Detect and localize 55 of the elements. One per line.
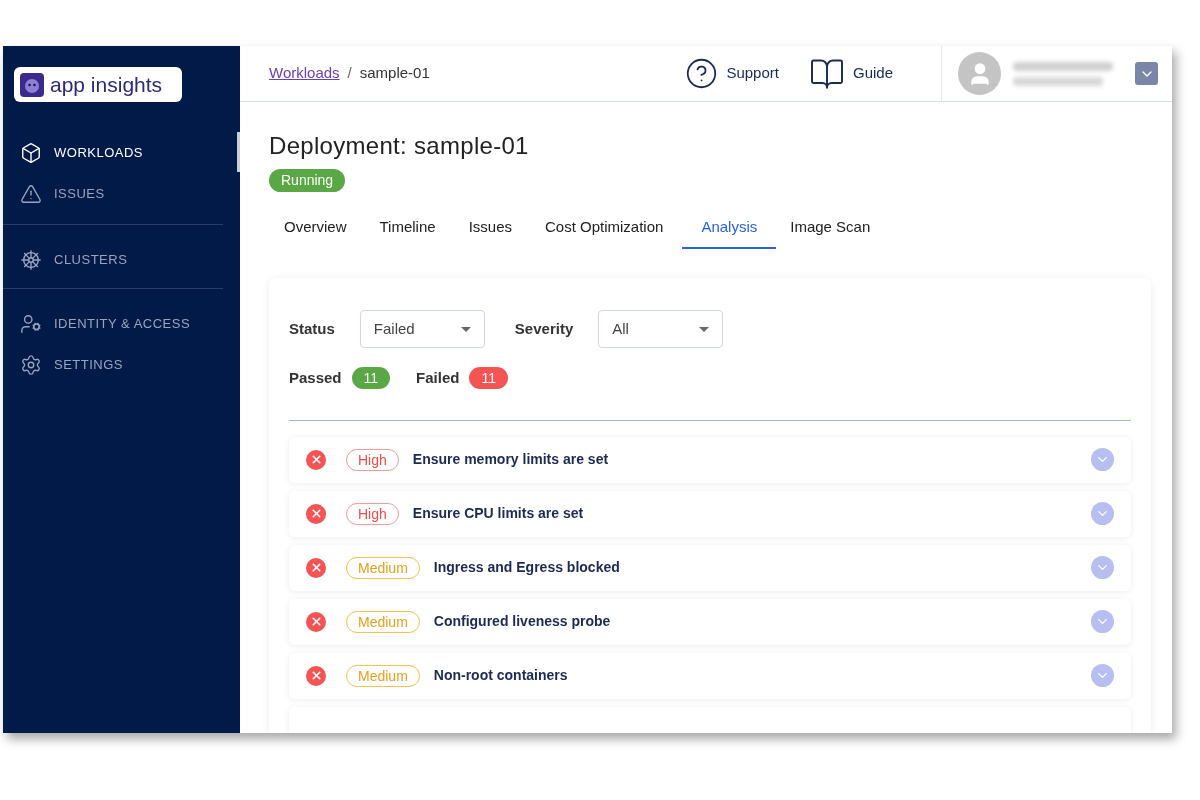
- help-icon: [685, 57, 719, 90]
- cat-mascot-icon: [20, 72, 44, 97]
- check-row[interactable]: Medium Configured liveness probe: [289, 598, 1131, 645]
- dropdown-button[interactable]: [1135, 62, 1158, 85]
- scroll-thumb: [237, 132, 240, 172]
- breadcrumb-link[interactable]: Workloads: [269, 62, 340, 85]
- expand-button[interactable]: [1091, 556, 1114, 579]
- user-gear-icon: [20, 312, 42, 335]
- expand-button[interactable]: [1091, 664, 1114, 687]
- count-label: Failed: [416, 368, 460, 388]
- check-row[interactable]: Medium Non-root containers: [289, 652, 1131, 699]
- breadcrumb-current: sample-01: [359, 63, 430, 84]
- count-badge: 11: [351, 367, 391, 390]
- check-row[interactable]: Medium Ingress and Egress blocked: [289, 544, 1131, 591]
- count-label: Passed: [289, 368, 342, 388]
- page-title: Deployment: sample-01: [269, 131, 530, 161]
- tab[interactable]: Cost Optimization: [531, 213, 678, 249]
- nav-item[interactable]: ISSUES: [3, 173, 240, 214]
- caret-icon: [699, 326, 710, 332]
- filter-dropdown[interactable]: Failed: [359, 310, 485, 348]
- check-row[interactable]: High Ensure CPU limits are set: [289, 490, 1131, 537]
- check-row[interactable]: High Ensure memory limits are set: [289, 436, 1131, 483]
- running-status-badge: Running: [269, 169, 346, 192]
- filter-label: Status: [289, 318, 335, 339]
- cube-icon: [20, 141, 42, 164]
- filter-label: Severity: [514, 318, 574, 339]
- filter-dropdown[interactable]: All: [598, 310, 724, 348]
- count-badge: 11: [469, 367, 508, 390]
- tab[interactable]: Analysis: [682, 213, 777, 249]
- logo-text: app insights: [50, 74, 163, 95]
- app-logo[interactable]: app insights: [14, 67, 182, 102]
- caret-icon: [460, 326, 471, 332]
- tab[interactable]: Issues: [454, 213, 526, 249]
- check-title: Ensure CPU limits are set: [412, 504, 584, 523]
- nav-item[interactable]: IDENTITY & ACCESS: [3, 303, 223, 344]
- tab[interactable]: Timeline: [365, 213, 450, 249]
- guide-link[interactable]: Guide: [808, 55, 893, 92]
- expand-button[interactable]: [1091, 502, 1114, 525]
- user-avatar[interactable]: [958, 52, 1001, 95]
- ship-wheel-icon: [20, 248, 42, 271]
- settings-icon: [20, 353, 42, 376]
- nav-item[interactable]: WORKLOADS: [3, 132, 240, 173]
- check-title: Non-root containers: [433, 666, 568, 685]
- nav-item[interactable]: SETTINGS: [3, 344, 223, 385]
- breadcrumb-separator: /: [347, 63, 352, 84]
- check-title: Configured liveness probe: [433, 612, 611, 631]
- tab[interactable]: Overview: [270, 213, 361, 249]
- tab[interactable]: Image Scan: [776, 213, 885, 249]
- check-title: Ensure memory limits are set: [412, 450, 609, 469]
- check-title: Ingress and Egress blocked: [433, 558, 620, 577]
- warning-icon: [20, 182, 42, 205]
- nav-item[interactable]: CLUSTERS: [3, 239, 223, 280]
- expand-button[interactable]: [1091, 610, 1114, 633]
- expand-button[interactable]: [1091, 448, 1114, 471]
- support-link[interactable]: Support: [685, 57, 779, 90]
